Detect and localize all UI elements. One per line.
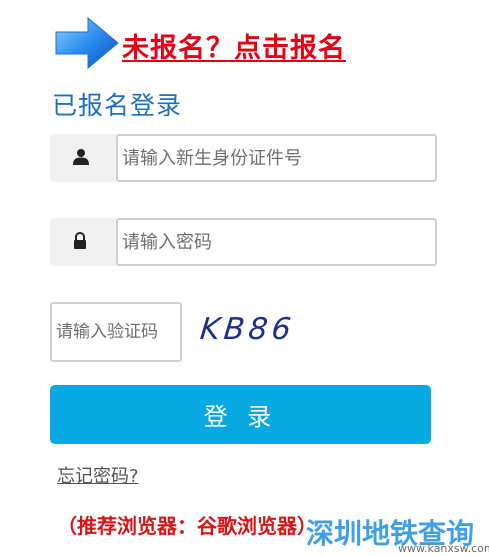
site-watermark: 深圳地铁查询 www.kanxsw.com [306, 512, 489, 556]
password-row [50, 218, 437, 266]
register-banner[interactable]: 未报名？点击报名 [52, 12, 382, 74]
user-icon-box [50, 134, 116, 182]
login-page: 未报名？点击报名 已报名登录 KB86 登 录 忘记密码? （推荐浏览器：谷歌浏… [0, 0, 489, 556]
captcha-image[interactable]: KB86 [198, 312, 302, 352]
browser-recommendation: （推荐浏览器：谷歌浏览器） [57, 514, 317, 538]
watermark-url: www.kanxsw.com [398, 542, 489, 555]
user-icon [73, 149, 89, 165]
register-link[interactable]: 未报名？点击报名 [122, 26, 346, 65]
login-title: 已报名登录 [52, 91, 183, 120]
forgot-password-link[interactable]: 忘记密码? [57, 462, 139, 488]
id-number-input[interactable] [116, 134, 437, 182]
id-number-row [50, 134, 437, 182]
login-button[interactable]: 登 录 [50, 385, 431, 444]
captcha-input[interactable] [50, 302, 182, 362]
lock-icon [74, 232, 86, 249]
lock-icon-box [50, 218, 116, 266]
blue-arrow-icon [55, 16, 119, 70]
password-input[interactable] [116, 218, 437, 266]
